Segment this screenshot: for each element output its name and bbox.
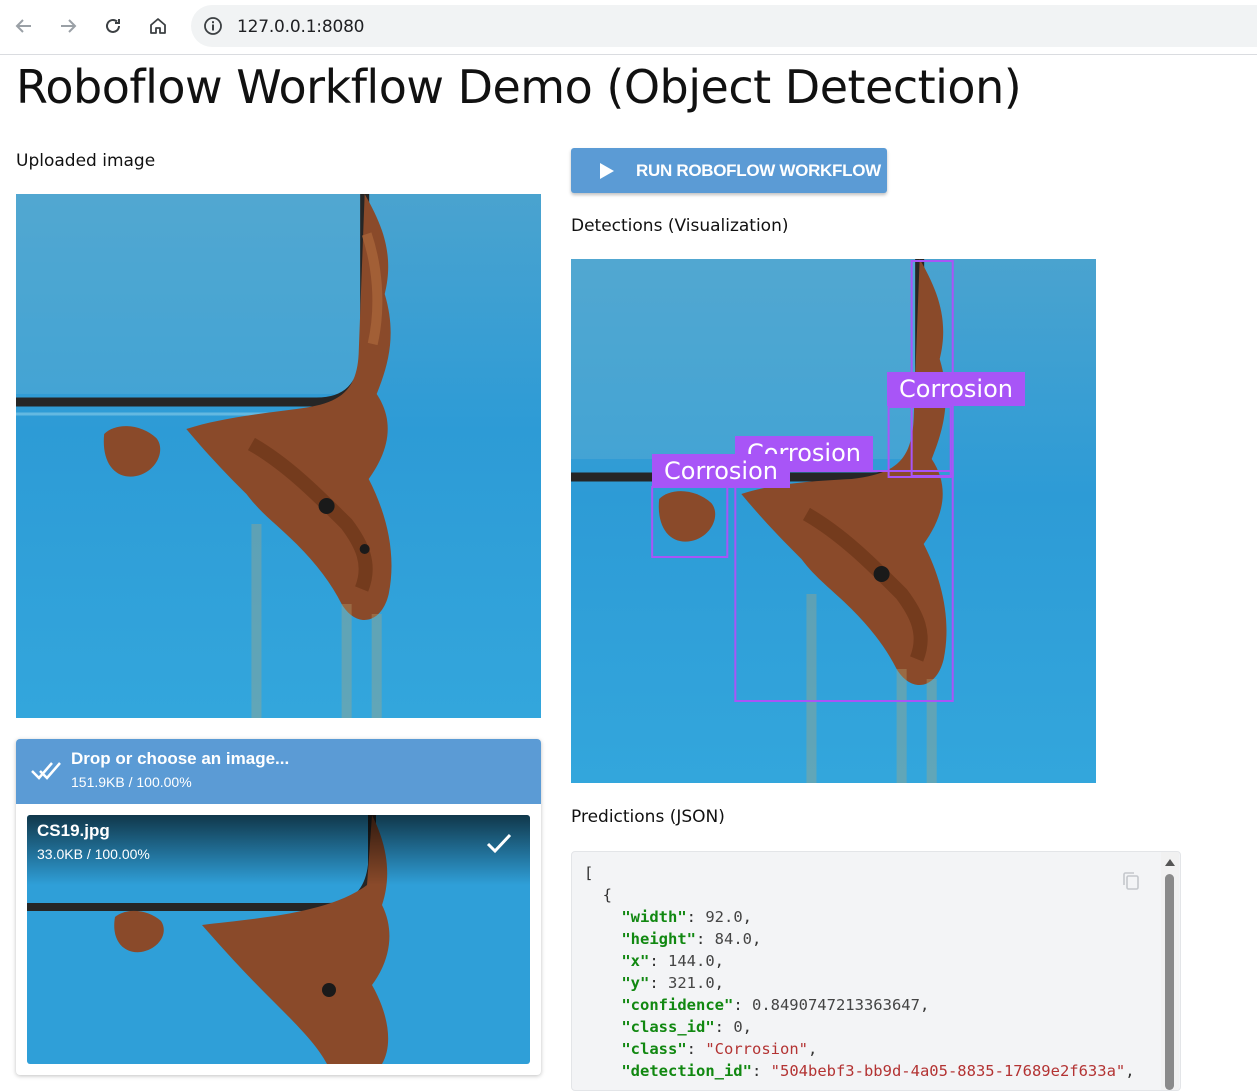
json-class: "Corrosion"	[705, 1040, 808, 1058]
copy-icon[interactable]	[1120, 870, 1142, 892]
detection-label-3: Corrosion	[652, 454, 790, 488]
check-icon	[486, 833, 512, 854]
uploaded-image-label: Uploaded image	[16, 151, 156, 171]
double-check-icon	[31, 762, 61, 780]
uploader-progress: 151.9KB / 100.00%	[71, 774, 192, 790]
json-open-bracket: [	[584, 864, 594, 882]
detection-label-1: Corrosion	[887, 372, 1025, 406]
json-class-id: 0	[733, 1018, 743, 1036]
uploader-header[interactable]: Drop or choose an image... 151.9KB / 100…	[16, 739, 541, 804]
predictions-label: Predictions (JSON)	[571, 807, 725, 827]
back-arrow-icon[interactable]	[7, 9, 41, 43]
run-workflow-button[interactable]: RUN ROBOFLOW WORKFLOW	[571, 148, 887, 193]
url-text[interactable]: 127.0.0.1:8080	[237, 17, 365, 37]
address-bar[interactable]: 127.0.0.1:8080	[191, 5, 1257, 47]
play-icon	[600, 163, 614, 179]
uploaded-image-preview	[16, 194, 541, 718]
home-icon[interactable]	[141, 9, 175, 43]
json-scrollbar[interactable]	[1161, 852, 1179, 1090]
scroll-up-arrow-icon[interactable]	[1165, 858, 1175, 866]
run-workflow-button-label: RUN ROBOFLOW WORKFLOW	[636, 161, 881, 180]
predictions-json-viewer[interactable]: [ { "width": 92.0, "height": 84.0, "x": …	[571, 851, 1181, 1091]
uploader-title: Drop or choose an image...	[71, 749, 290, 768]
json-y: 321.0	[668, 974, 715, 992]
file-progress: 33.0KB / 100.00%	[37, 846, 150, 862]
json-height: 84.0	[714, 930, 752, 948]
json-x: 144.0	[668, 952, 715, 970]
uploaded-file-card[interactable]: CS19.jpg 33.0KB / 100.00%	[27, 815, 530, 1064]
scrollbar-thumb[interactable]	[1165, 874, 1174, 1090]
json-open-brace: {	[602, 886, 613, 904]
image-uploader[interactable]: Drop or choose an image... 151.9KB / 100…	[16, 739, 541, 1075]
json-confidence: 0.8490747213363647	[751, 996, 920, 1014]
detections-visualization: Corrosion Corrosion Corrosion	[571, 259, 1096, 783]
json-code[interactable]: [ { "width": 92.0, "height": 84.0, "x": …	[584, 862, 1135, 1082]
browser-toolbar: 127.0.0.1:8080	[0, 0, 1257, 55]
file-name: CS19.jpg	[37, 821, 110, 840]
detections-label: Detections (Visualization)	[571, 216, 789, 236]
reload-icon[interactable]	[96, 9, 130, 43]
json-detection-id: "504bebf3-bb9d-4a05-8835-17689e2f633a"	[770, 1062, 1126, 1080]
site-info-icon[interactable]	[203, 16, 223, 36]
forward-arrow-icon[interactable]	[51, 9, 85, 43]
page-title: Roboflow Workflow Demo (Object Detection…	[16, 60, 1022, 114]
json-width: 92.0	[705, 908, 743, 926]
